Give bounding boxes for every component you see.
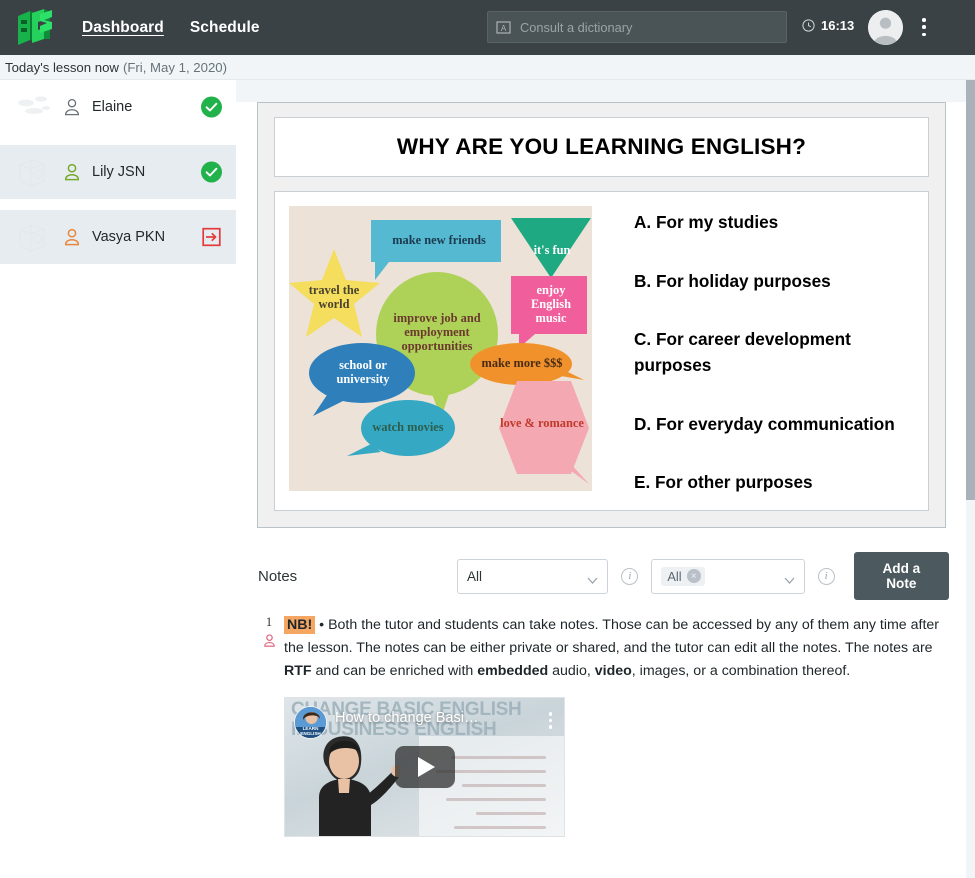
- search-input[interactable]: [520, 19, 778, 35]
- note-number: 1: [265, 615, 273, 629]
- video-box-placeholder-icon: [14, 219, 56, 255]
- dictionary-search[interactable]: A: [487, 11, 787, 43]
- kebab-menu-icon[interactable]: [548, 712, 552, 729]
- clock-icon: [802, 19, 815, 32]
- video-box-placeholder-icon: [14, 154, 56, 190]
- student-name: Vasya PKN: [92, 229, 166, 245]
- answer-option-b: B. For holiday purposes: [634, 270, 831, 291]
- video-scribble: [476, 812, 546, 815]
- student-name: Elaine: [92, 99, 133, 115]
- scrollbar-thumb[interactable]: [966, 80, 975, 500]
- kebab-menu-icon[interactable]: [917, 17, 931, 37]
- person-icon: [262, 633, 277, 648]
- sidebar-item-student-2[interactable]: Vasya PKN: [0, 210, 236, 264]
- answer-option-a: A. For my studies: [634, 212, 779, 232]
- lesson-subbar: Today's lesson now (Fri, May 1, 2020): [0, 55, 975, 80]
- video-channel-avatar[interactable]: LEARN ENGLISH: [294, 706, 327, 739]
- slide-title-box: WHY ARE YOU LEARNING ENGLISH?: [274, 117, 929, 177]
- embedded-video-player[interactable]: CHANGE BASIC ENGLISH IN BUSINESS ENGLISH: [284, 697, 565, 837]
- video-presenter: [319, 736, 400, 836]
- check-circle-icon[interactable]: [201, 96, 222, 118]
- nav-schedule[interactable]: Schedule: [190, 17, 260, 39]
- main-panel: WHY ARE YOU LEARNING ENGLISH? make new f…: [236, 102, 975, 878]
- person-icon: [62, 97, 82, 117]
- note-body: NB! • Both the tutor and students can ta…: [280, 614, 949, 837]
- answer-option-e: E. For other purposes: [634, 472, 813, 493]
- svg-text:A: A: [501, 24, 507, 33]
- slide-title: WHY ARE YOU LEARNING ENGLISH?: [396, 134, 807, 159]
- nav-dashboard[interactable]: Dashboard: [82, 17, 164, 39]
- current-time: 16:13: [821, 18, 855, 33]
- slide-body-box: make new friends it's fun travel the wor…: [274, 191, 929, 511]
- info-icon[interactable]: i: [621, 567, 639, 585]
- add-note-button[interactable]: Add a Note: [853, 552, 950, 600]
- info-icon[interactable]: i: [817, 567, 835, 585]
- student-sidebar: Elaine Lily JSN Vasya PKN: [0, 80, 236, 878]
- chevron-down-icon: [784, 572, 795, 584]
- bubble-love-romance: love & romance: [500, 416, 584, 431]
- note-nb-highlight: NB!: [284, 616, 316, 634]
- video-channel-label: LEARN ENGLISH: [295, 727, 326, 737]
- note-text-1: • Both the tutor and students can take n…: [284, 617, 940, 656]
- dictionary-icon: A: [496, 20, 511, 35]
- chip-remove-icon[interactable]: ×: [686, 569, 701, 583]
- exit-arrow-icon[interactable]: [201, 227, 222, 248]
- video-scribble: [451, 756, 546, 759]
- app-root: Dashboard Schedule A 16:13: [0, 0, 975, 878]
- note-bold-embedded: embedded: [477, 663, 549, 679]
- note-bold-video: video: [594, 663, 632, 679]
- video-scribble: [454, 826, 546, 829]
- notes-filter-one-value: All: [466, 568, 482, 584]
- note-text-4: , images, or a combination thereof.: [631, 663, 851, 679]
- main-content: WHY ARE YOU LEARNING ENGLISH? make new f…: [236, 80, 975, 878]
- video-title[interactable]: How to change Basi…: [335, 710, 524, 726]
- note-gutter: 1: [258, 614, 280, 837]
- sidebar-item-student-0[interactable]: Elaine: [0, 80, 236, 134]
- answer-option-d: D. For everyday communication: [634, 413, 895, 434]
- person-icon: [62, 162, 82, 182]
- webcam-placeholder-icon: [14, 89, 56, 125]
- top-header: Dashboard Schedule A 16:13: [0, 0, 975, 55]
- video-scribble: [462, 784, 546, 787]
- note-text: NB! • Both the tutor and students can ta…: [284, 614, 949, 683]
- blz-cube-logo-icon[interactable]: [14, 8, 56, 48]
- user-avatar-icon[interactable]: [868, 10, 903, 45]
- lesson-title: Today's lesson now: [5, 59, 119, 75]
- lesson-slide: WHY ARE YOU LEARNING ENGLISH? make new f…: [257, 102, 946, 528]
- notes-filter-two[interactable]: All ×: [651, 558, 805, 594]
- bubble-travel-the-world: travel the world: [308, 283, 360, 311]
- notes-toolbar: Notes All i All × i Add a Note: [258, 552, 950, 600]
- notes-filter-one[interactable]: All: [456, 558, 609, 594]
- person-icon: [62, 227, 82, 247]
- note-text-2: and can be enriched with: [311, 663, 478, 679]
- main-nav: Dashboard Schedule: [82, 17, 260, 39]
- bubble-enjoy-english-music: enjoy English music: [531, 283, 571, 325]
- notes-label: Notes: [258, 567, 298, 585]
- sidebar-item-student-1[interactable]: Lily JSN: [0, 145, 236, 199]
- notes-filter-two-value: All: [667, 568, 682, 584]
- main-scrollbar[interactable]: [966, 80, 975, 878]
- note-item: 1 NB! • Both the tutor and students can …: [258, 614, 949, 837]
- notes-filter-two-chip: All ×: [661, 566, 705, 586]
- clock-display: 16:13: [802, 18, 854, 33]
- chevron-down-icon: [587, 572, 598, 584]
- lesson-date: (Fri, May 1, 2020): [122, 59, 228, 75]
- bubble-school-or-university: school or university: [336, 358, 390, 386]
- play-button-icon[interactable]: [394, 746, 455, 788]
- check-circle-icon[interactable]: [201, 161, 222, 183]
- bubble-make-more: make more $$$: [481, 356, 563, 371]
- answer-option-c: C. For career development purposes: [634, 329, 851, 375]
- note-bold-rtf: RTF: [284, 663, 312, 679]
- bubble-watch-movies: watch movies: [372, 420, 444, 435]
- bubble-its-fun: it's fun: [533, 243, 571, 258]
- note-text-3: audio,: [548, 663, 595, 679]
- page-body: Elaine Lily JSN Vasya PKN WHY ARE YOU LE…: [0, 80, 975, 878]
- answer-options: A. For my studies B. For holiday purpose…: [608, 206, 914, 496]
- video-scribble: [446, 798, 546, 801]
- speech-bubble-infographic: make new friends it's fun travel the wor…: [289, 206, 592, 491]
- bubble-make-new-friends: make new friends: [392, 233, 486, 248]
- student-name: Lily JSN: [92, 164, 146, 180]
